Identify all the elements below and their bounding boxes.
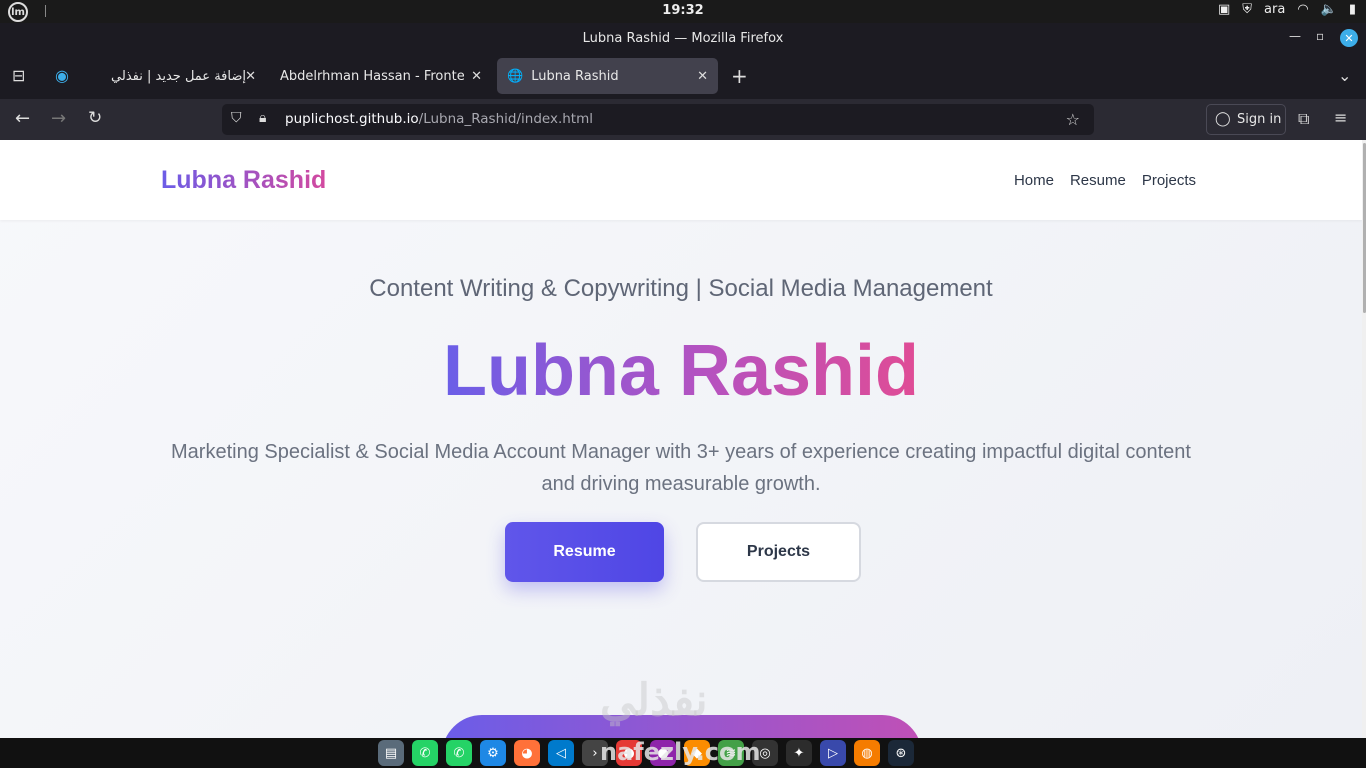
hero-description: Marketing Specialist & Social Media Acco… [171, 441, 1191, 495]
resume-button[interactable]: Resume [505, 522, 664, 582]
volume-icon[interactable]: 🔈 [1321, 2, 1337, 17]
tab-lubna-rashid[interactable]: 🌐 Lubna Rashid ✕ [497, 58, 718, 94]
back-icon[interactable]: ← [15, 108, 30, 129]
site-header: Lubna Rashid Home Resume Projects [0, 140, 1362, 220]
battery-icon[interactable]: ▮ [1349, 2, 1356, 17]
nav-link-resume[interactable]: Resume [1070, 172, 1126, 189]
tab-bar: ⊟ ◉ إضافة عمل جديد | نفذلي ✕ Abdelrhman … [0, 53, 1366, 99]
system-tray: ▣ ⛨ ara ◠ 🔈 ▮ [1218, 2, 1356, 17]
watermark-arabic: نفذلي [600, 676, 708, 725]
taskbar: ▤ ✆ ✆ ⚙ ◕ ◁ › ● ● ◆ ≋ ◎ ✦ ▷ ◍ ⊛ nafezly.… [0, 738, 1366, 768]
bookmark-star-icon[interactable]: ☆ [1066, 110, 1080, 129]
vscode-icon[interactable]: ◁ [548, 740, 574, 766]
reload-icon[interactable]: ↻ [88, 108, 102, 128]
close-tab-icon[interactable]: ✕ [245, 69, 256, 84]
clock[interactable]: 19:32 [0, 3, 1366, 18]
maximize-icon[interactable]: ▫ [1316, 29, 1324, 43]
steam-icon[interactable]: ⊛ [888, 740, 914, 766]
new-tab-icon[interactable]: + [731, 64, 748, 88]
tab-label: إضافة عمل جديد | نفذلي [111, 68, 246, 84]
url-path: /Lubna_Rashid/index.html [418, 111, 593, 127]
extensions-icon[interactable]: ⧉ [1298, 109, 1309, 129]
nav-link-projects[interactable]: Projects [1142, 172, 1196, 189]
clipboard-icon[interactable]: ▣ [1218, 2, 1230, 17]
whatsapp-web-icon[interactable]: ✆ [446, 740, 472, 766]
url-host: puplichost.github.io [285, 111, 419, 127]
close-tab-icon[interactable]: ✕ [697, 69, 708, 84]
forward-icon[interactable]: → [51, 108, 66, 129]
wifi-icon[interactable]: ◠ [1297, 2, 1308, 17]
davinci-icon[interactable]: ✦ [786, 740, 812, 766]
list-tabs-icon[interactable]: ⌄ [1338, 66, 1351, 85]
window-titlebar: Lubna Rashid — Mozilla Firefox — ▫ ✕ [0, 23, 1366, 53]
address-bar[interactable]: ⛉ 🔒︎ puplichost.github.io/Lubna_Rashid/i… [222, 104, 1094, 135]
tab-label: Abdelrhman Hassan - Frontend [280, 68, 464, 84]
keyboard-layout[interactable]: ara [1264, 2, 1285, 17]
hero-title: Lubna Rashid [0, 327, 1362, 415]
pinned-tab-icon[interactable]: ◉ [55, 66, 69, 85]
whatsapp-icon[interactable]: ✆ [412, 740, 438, 766]
sign-in-label: Sign in [1237, 112, 1282, 127]
navigation-toolbar: ← → ↻ ⛉ 🔒︎ puplichost.github.io/Lubna_Ra… [0, 99, 1366, 140]
shield-icon[interactable]: ⛨ [1242, 2, 1252, 17]
tab-abdelrhman[interactable]: Abdelrhman Hassan - Frontend ✕ [270, 58, 492, 94]
app-icon[interactable]: ◍ [854, 740, 880, 766]
hero-name-text: Lubna Rashid [442, 331, 919, 411]
app-icon[interactable]: ▷ [820, 740, 846, 766]
tab-nafezly[interactable]: إضافة عمل جديد | نفذلي ✕ [96, 58, 266, 94]
nav-link-home[interactable]: Home [1014, 172, 1054, 189]
minimize-icon[interactable]: — [1289, 29, 1301, 43]
firefox-view-icon[interactable]: ⊟ [12, 66, 25, 85]
projects-button[interactable]: Projects [696, 522, 861, 582]
watermark-latin: nafezly.com [600, 738, 761, 766]
app-menu-icon[interactable]: ≡ [1334, 108, 1347, 127]
site-nav-menu: Home Resume Projects [1014, 172, 1196, 189]
url-text: puplichost.github.io/Lubna_Rashid/index.… [285, 111, 593, 127]
settings-icon[interactable]: ⚙ [480, 740, 506, 766]
site-brand[interactable]: Lubna Rashid [161, 166, 326, 195]
tracking-protection-icon[interactable]: ⛉ [231, 110, 242, 126]
lock-icon[interactable]: 🔒︎ [259, 110, 266, 126]
tab-label: Lubna Rashid [531, 68, 619, 84]
os-top-panel: lm 19:32 ▣ ⛨ ara ◠ 🔈 ▮ [0, 0, 1366, 23]
sign-in-button[interactable]: ◯ Sign in [1206, 104, 1286, 135]
firefox-icon[interactable]: ◕ [514, 740, 540, 766]
window-title: Lubna Rashid — Mozilla Firefox [582, 31, 784, 46]
close-window-button[interactable]: ✕ [1340, 29, 1358, 47]
file-manager-icon[interactable]: ▤ [378, 740, 404, 766]
close-tab-icon[interactable]: ✕ [471, 69, 482, 84]
web-page: Lubna Rashid Home Resume Projects Conten… [0, 140, 1362, 738]
hero-subtitle: Content Writing & Copywriting | Social M… [369, 275, 993, 302]
globe-icon: 🌐 [507, 68, 524, 84]
account-icon: ◯ [1215, 111, 1231, 127]
